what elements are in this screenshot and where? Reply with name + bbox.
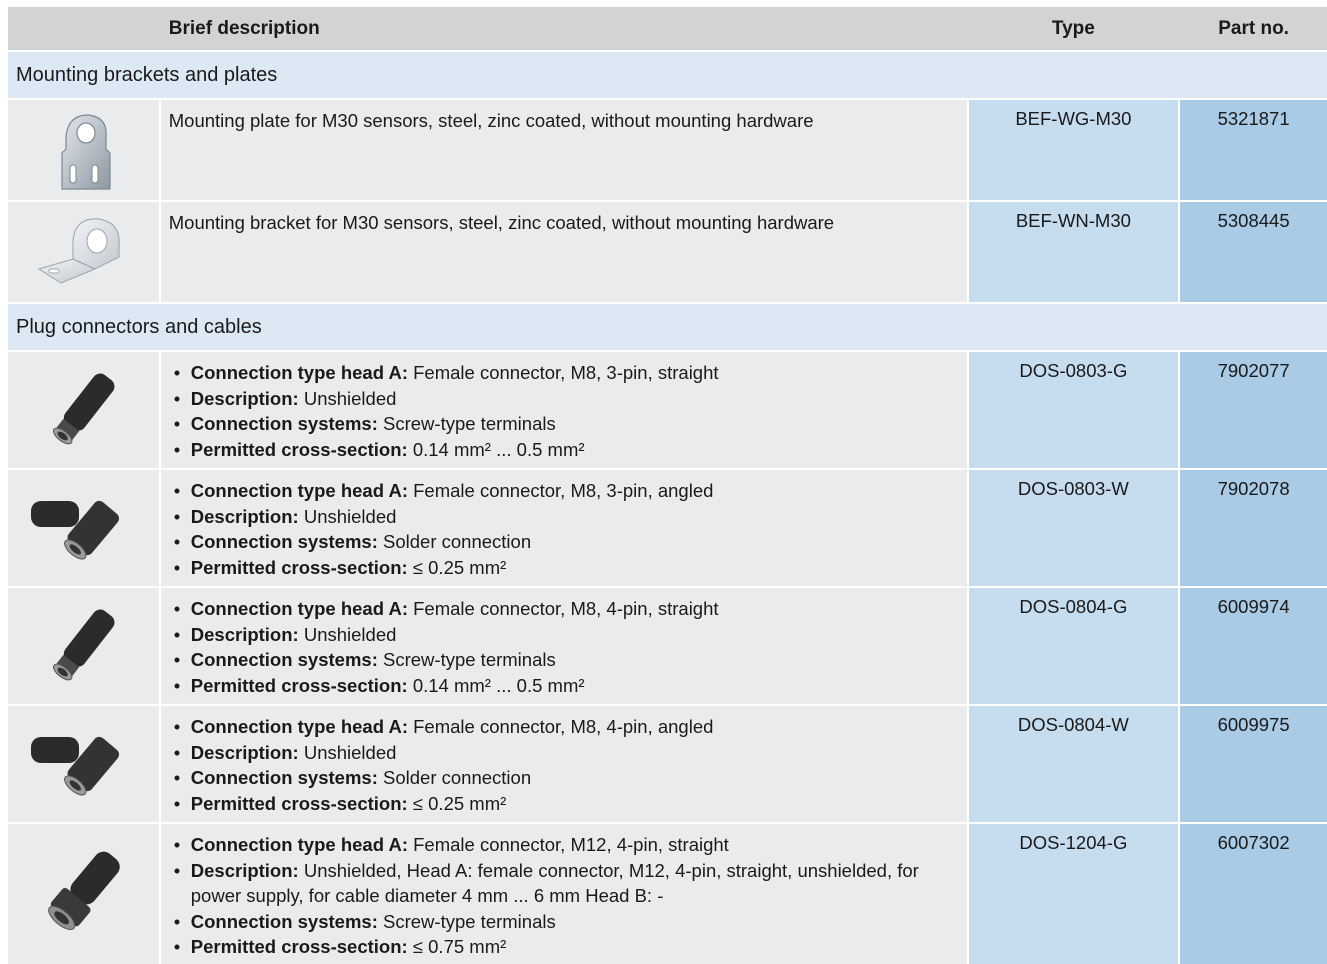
table-row: Connection type head A: Female connector… bbox=[8, 352, 1327, 468]
straight-connector-icon bbox=[53, 609, 115, 681]
table-row: Connection type head A: Female connector… bbox=[8, 824, 1327, 964]
list-item: Permitted cross-section: 0.14 mm² ... 0.… bbox=[169, 437, 959, 463]
list-item: Connection systems: Screw-type terminals bbox=[169, 909, 959, 935]
table-row: Connection type head A: Female connector… bbox=[8, 706, 1327, 822]
mounting-bracket-icon bbox=[38, 218, 120, 284]
list-item: Permitted cross-section: 0.14 mm² ... 0.… bbox=[169, 673, 959, 699]
list-item: Description: Unshielded bbox=[169, 740, 959, 766]
row-type: DOS-0804-G bbox=[968, 588, 1179, 704]
list-item: Permitted cross-section: ≤ 0.25 mm² bbox=[169, 555, 959, 581]
row-type: DOS-0804-W bbox=[968, 706, 1179, 822]
angled-connector-icon bbox=[31, 500, 120, 560]
list-item: Connection systems: Screw-type terminals bbox=[169, 411, 959, 437]
section-title: Plug connectors and cables bbox=[8, 304, 1327, 350]
header-part-no: Part no. bbox=[1180, 7, 1327, 50]
row-part-no: 5321871 bbox=[1180, 100, 1327, 200]
list-item: Connection type head A: Female connector… bbox=[169, 596, 959, 622]
straight-connector-icon bbox=[53, 373, 115, 445]
product-image bbox=[8, 706, 159, 822]
product-image bbox=[8, 352, 159, 468]
row-description: Mounting plate for M30 sensors, steel, z… bbox=[160, 100, 967, 200]
row-part-no: 6009975 bbox=[1180, 706, 1327, 822]
product-image bbox=[8, 202, 159, 302]
table-row: Connection type head A: Female connector… bbox=[8, 470, 1327, 586]
list-item: Description: Unshielded bbox=[169, 622, 959, 648]
row-description: Connection type head A: Female connector… bbox=[160, 824, 967, 964]
row-part-no: 6007302 bbox=[1180, 824, 1327, 964]
row-type: BEF-WN-M30 bbox=[968, 202, 1179, 302]
list-item: Description: Unshielded bbox=[169, 386, 959, 412]
row-description: Mounting bracket for M30 sensors, steel,… bbox=[160, 202, 967, 302]
row-type: DOS-0803-W bbox=[968, 470, 1179, 586]
row-part-no: 6009974 bbox=[1180, 588, 1327, 704]
header-image-cell bbox=[8, 7, 159, 50]
header-type: Type bbox=[968, 7, 1179, 50]
row-type: DOS-0803-G bbox=[968, 352, 1179, 468]
table-row: Mounting plate for M30 sensors, steel, z… bbox=[8, 100, 1327, 200]
row-part-no: 7902077 bbox=[1180, 352, 1327, 468]
list-item: Connection type head A: Female connector… bbox=[169, 360, 959, 386]
row-description: Connection type head A: Female connector… bbox=[160, 706, 967, 822]
list-item: Connection type head A: Female connector… bbox=[169, 832, 959, 858]
product-image bbox=[8, 470, 159, 586]
row-part-no: 5308445 bbox=[1180, 202, 1327, 302]
list-item: Permitted cross-section: ≤ 0.75 mm² bbox=[169, 934, 959, 960]
product-image bbox=[8, 824, 159, 964]
list-item: Connection systems: Screw-type terminals bbox=[169, 647, 959, 673]
list-item: Description: Unshielded, Head A: female … bbox=[169, 858, 959, 909]
row-description: Connection type head A: Female connector… bbox=[160, 470, 967, 586]
list-item: Connection systems: Solder connection bbox=[169, 529, 959, 555]
row-description: Connection type head A: Female connector… bbox=[160, 352, 967, 468]
table-row: Mounting bracket for M30 sensors, steel,… bbox=[8, 202, 1327, 302]
list-item: Connection systems: Solder connection bbox=[169, 765, 959, 791]
row-type: BEF-WG-M30 bbox=[968, 100, 1179, 200]
mounting-plate-icon bbox=[61, 114, 111, 190]
table-header: Brief description Type Part no. bbox=[8, 7, 1327, 50]
angled-connector-icon bbox=[31, 736, 120, 796]
accessories-table: Brief description Type Part no. Mounting… bbox=[8, 7, 1327, 964]
header-description: Brief description bbox=[160, 7, 967, 50]
product-image bbox=[8, 100, 159, 200]
row-type: DOS-1204-G bbox=[968, 824, 1179, 964]
list-item: Connection type head A: Female connector… bbox=[169, 714, 959, 740]
list-item: Description: Unshielded bbox=[169, 504, 959, 530]
product-image bbox=[8, 588, 159, 704]
table-row: Connection type head A: Female connector… bbox=[8, 588, 1327, 704]
section-title: Mounting brackets and plates bbox=[8, 52, 1327, 98]
list-item: Permitted cross-section: ≤ 0.25 mm² bbox=[169, 791, 959, 817]
list-item: Connection type head A: Female connector… bbox=[169, 478, 959, 504]
row-part-no: 7902078 bbox=[1180, 470, 1327, 586]
row-description: Connection type head A: Female connector… bbox=[160, 588, 967, 704]
m12-connector-icon bbox=[48, 851, 121, 930]
